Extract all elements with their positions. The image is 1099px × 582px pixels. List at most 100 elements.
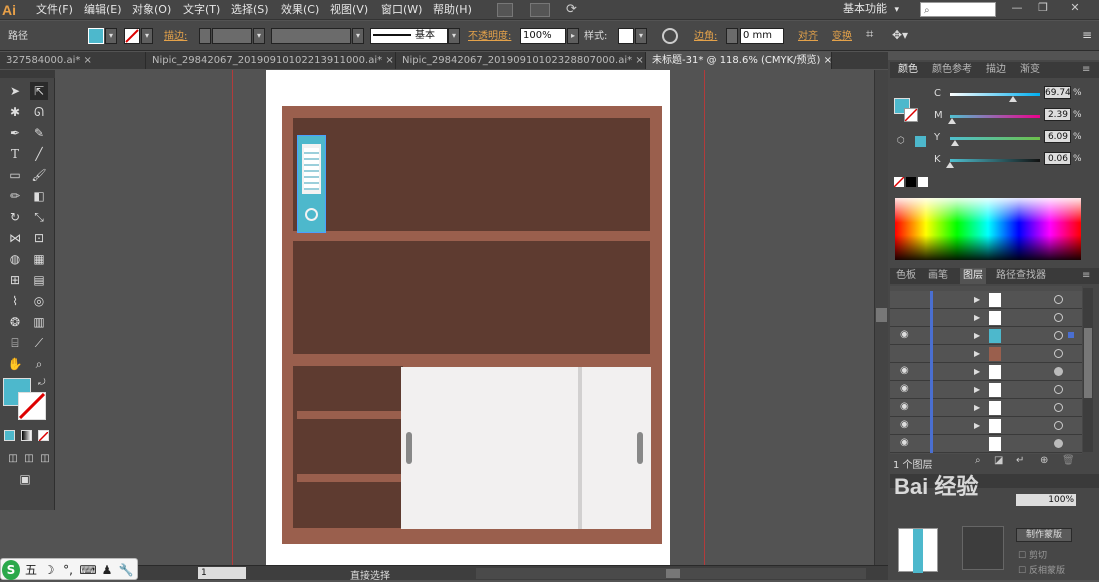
closest-color-swatch[interactable] <box>915 136 926 147</box>
layer-item[interactable]: ◉ ▶ <box>890 363 1082 381</box>
close-button[interactable]: ✕ <box>1066 1 1084 15</box>
skin-icon[interactable]: ♟ <box>99 560 115 580</box>
tab-color-guide[interactable]: 颜色参考 <box>932 62 972 78</box>
layer-item[interactable]: ◉ ▶ <box>890 381 1082 399</box>
arrange-documents-icon[interactable] <box>530 3 550 17</box>
channel-c-value[interactable]: 69.74 <box>1044 86 1071 99</box>
graphic-style-swatch[interactable] <box>618 28 634 44</box>
artboard-navigation-field[interactable]: 1 <box>198 567 246 579</box>
menu-object[interactable]: 对象(O) <box>132 2 171 18</box>
expand-arrow-icon[interactable]: ▶ <box>974 349 980 358</box>
swap-fill-stroke-icon[interactable]: ⤾ <box>38 378 46 388</box>
layer-item[interactable]: ▶ <box>890 345 1082 363</box>
door-handle-right[interactable] <box>637 432 643 464</box>
eyedropper-tool-icon[interactable]: ⌇ <box>6 292 24 310</box>
channel-m-thumb[interactable] <box>948 118 957 124</box>
screen-mode-icon[interactable]: ▣ <box>16 470 34 488</box>
compartment-shelf-1[interactable] <box>297 411 401 419</box>
moon-icon[interactable]: ☽ <box>41 560 57 580</box>
corner-radius-field[interactable]: 0 mm <box>740 28 784 44</box>
tab-pathfinder[interactable]: 路径查找器 <box>996 268 1046 284</box>
eye-icon[interactable]: ◉ <box>900 329 909 340</box>
line-tool-icon[interactable]: ╱ <box>30 145 48 163</box>
sync-icon[interactable]: ⟳ <box>566 1 584 19</box>
channel-y-thumb[interactable] <box>951 140 960 146</box>
free-transform-tool-icon[interactable]: ⊡ <box>30 229 48 247</box>
opacity-mask-thumbnail[interactable] <box>962 526 1004 570</box>
tab-brushes[interactable]: 画笔 <box>928 268 948 284</box>
target-circle-icon[interactable] <box>1054 295 1063 304</box>
expand-arrow-icon[interactable]: ▶ <box>974 313 980 322</box>
channel-c-thumb[interactable] <box>1008 96 1017 102</box>
paintbrush-tool-icon[interactable]: 🖌 <box>30 166 48 184</box>
stroke-weight-stepper[interactable] <box>199 28 211 44</box>
tab-stroke[interactable]: 描边 <box>986 62 1006 78</box>
tab-layers[interactable]: 图层 <box>960 268 986 284</box>
compartment-shelf-2[interactable] <box>297 474 401 482</box>
horizontal-scrollbar[interactable] <box>476 568 866 579</box>
new-layer-icon[interactable]: ⊕ <box>1040 455 1048 466</box>
mesh-tool-icon[interactable]: ⊞ <box>6 271 24 289</box>
gradient-mode-button[interactable] <box>21 430 32 441</box>
pen-tool-icon[interactable]: ✒ <box>6 124 24 142</box>
tab-color[interactable]: 颜色 <box>898 62 918 78</box>
scale-tool-icon[interactable]: ⤡ <box>30 208 48 226</box>
fill-dropdown[interactable]: ▾ <box>105 28 117 44</box>
scroll-thumb[interactable] <box>666 569 680 578</box>
selected-art-indicator[interactable] <box>1068 332 1074 338</box>
layer-item[interactable]: ◉ ▶ <box>890 399 1082 417</box>
wrench-icon[interactable]: 🔧 <box>117 560 135 580</box>
tab-gradient[interactable]: 渐变 <box>1020 62 1040 78</box>
fill-swatch[interactable] <box>88 28 104 44</box>
stroke-swatch[interactable] <box>124 28 140 44</box>
bridge-icon[interactable] <box>497 3 513 17</box>
locate-object-icon[interactable]: ⌕ <box>975 455 981 466</box>
expand-arrow-icon[interactable]: ▶ <box>974 385 980 394</box>
expand-arrow-icon[interactable]: ▶ <box>974 367 980 376</box>
transparency-opacity-field[interactable]: 100% <box>1016 494 1076 506</box>
blend-tool-icon[interactable]: ◎ <box>30 292 48 310</box>
lasso-tool-icon[interactable]: ᘏ <box>30 103 48 121</box>
zoom-tool-icon[interactable]: ⌕ <box>30 355 48 373</box>
align-link[interactable]: 对齐 <box>798 30 818 44</box>
width-tool-icon[interactable]: ⋈ <box>6 229 24 247</box>
shape-builder-tool-icon[interactable]: ◍ <box>6 250 24 268</box>
eye-icon[interactable]: ◉ <box>900 365 909 376</box>
color-spectrum[interactable] <box>895 198 1081 260</box>
selection-tool-icon[interactable]: ➤ <box>6 82 24 100</box>
expand-arrow-icon[interactable]: ▶ <box>974 295 980 304</box>
invert-mask-checkbox[interactable]: ☐ 反相蒙版 <box>1018 563 1065 576</box>
channel-m-slider[interactable] <box>950 115 1040 118</box>
layer-item[interactable]: ▶ <box>890 309 1082 327</box>
scroll-thumb[interactable] <box>876 308 887 322</box>
target-circle-icon[interactable] <box>1054 349 1063 358</box>
magic-wand-tool-icon[interactable]: ✱ <box>6 103 24 121</box>
slice-tool-icon[interactable]: ⟋ <box>30 334 48 352</box>
close-icon[interactable]: × <box>824 55 831 66</box>
make-mask-button[interactable]: 制作蒙版 <box>1016 528 1072 542</box>
channel-k-thumb[interactable] <box>946 162 955 168</box>
eraser-tool-icon[interactable]: ◧ <box>30 187 48 205</box>
tab-document-3[interactable]: Nipic_29842067_20190910102328807000.ai* … <box>396 52 646 69</box>
color-mode-button[interactable] <box>4 430 15 441</box>
close-icon[interactable]: × <box>84 55 92 66</box>
channel-m-value[interactable]: 2.39 <box>1044 108 1071 121</box>
column-graph-tool-icon[interactable]: ▥ <box>30 313 48 331</box>
trash-icon[interactable]: 🗑 <box>1062 455 1075 466</box>
panel-menu-icon[interactable]: ≡ <box>1082 27 1096 43</box>
workspace-switcher[interactable]: 基本功能 ▾ <box>843 1 899 17</box>
profile-dropdown[interactable]: ▾ <box>352 28 364 44</box>
none-mode-button[interactable] <box>38 430 49 442</box>
corner-stepper[interactable] <box>726 28 738 44</box>
panel-grip[interactable] <box>0 70 55 78</box>
channel-y-value[interactable]: 6.09 <box>1044 130 1071 143</box>
scroll-thumb[interactable] <box>1084 328 1092 398</box>
artboard-tool-icon[interactable]: ⌸ <box>6 334 24 352</box>
perspective-grid-tool-icon[interactable]: ▦ <box>30 250 48 268</box>
out-of-gamut-icon[interactable]: ⬡ <box>897 136 905 146</box>
keyboard-icon[interactable]: ⌨ <box>79 560 97 580</box>
sliding-door[interactable] <box>401 367 651 529</box>
menu-window[interactable]: 窗口(W) <box>381 2 422 18</box>
door-handle-left[interactable] <box>406 432 412 464</box>
target-circle-icon[interactable] <box>1054 403 1063 412</box>
